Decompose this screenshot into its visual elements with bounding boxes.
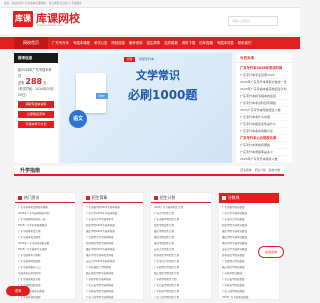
news-item[interactable]: 2025年广东专插本各院校招生计划	[240, 86, 288, 93]
column-header[interactable]: 招生计划	[151, 193, 211, 203]
news-item[interactable]: 广东专升本2026年考试时间	[240, 65, 288, 72]
news-item[interactable]: 2025年广东专升本报考人数	[240, 156, 288, 163]
nav-item[interactable]: 考试公告	[94, 37, 108, 49]
news-item[interactable]: 广东专升本录取率是多少	[240, 149, 288, 156]
column-marker-icon	[18, 196, 22, 200]
online-consult-button[interactable]: 在线咨询	[258, 246, 284, 258]
logo-url: www.kuke99.com	[37, 23, 64, 27]
search-input[interactable]: 请输入关键词	[228, 16, 278, 26]
news-item[interactable]: 广东专升本和专插本的区别	[240, 93, 288, 100]
logo-mark[interactable]: 库课	[13, 11, 33, 27]
news-title: 今日头条	[236, 53, 292, 63]
section-tabs: 招生简章 招生计划 院校分数	[240, 168, 280, 172]
column-title: 招生简章	[92, 195, 108, 200]
tab-scores[interactable]: 院校分数	[269, 168, 280, 172]
news-item[interactable]: 广东专升本考什么内容	[240, 114, 288, 121]
subject-circle: 语文	[69, 110, 87, 128]
pdf-badge: PDF	[96, 93, 108, 99]
column-list-item[interactable]: 广州工商学院招生计划	[154, 295, 208, 301]
countdown-line: 还有 288 天	[18, 77, 54, 86]
column-header[interactable]: 招生简章	[83, 193, 143, 203]
column-list-item[interactable]: 广东专插本调剂流程	[18, 295, 72, 301]
news-item[interactable]: 广东专升本公办院校名单	[240, 135, 288, 142]
nav-items: 广东专升本 专插本课程 考试公告 院校信息 备考资料 招生简章 志愿填报 资料下…	[52, 37, 251, 49]
nav-item[interactable]: 院校信息	[111, 37, 125, 49]
nav-item[interactable]: 广东专升本	[52, 37, 69, 49]
countdown-unit: 天	[43, 81, 47, 85]
column-list: 广东金融学院2025专插本简章 广州大学2025年专插本简章 广东海洋大学专插本招生…	[83, 203, 143, 303]
column-marker-icon	[86, 196, 90, 200]
exam-date: (考试时间：2026年03月20日)	[18, 87, 54, 97]
column-marker-icon	[222, 196, 226, 200]
news-panel: 今日头条 广东专升本2026年考试时间 广东专升本专业目录2025 2025年广东专…	[236, 53, 292, 163]
section-title: 升学指南	[20, 168, 41, 174]
nav-item[interactable]: 资料下载	[182, 37, 196, 49]
bottom-consult-button[interactable]: 咨询	[6, 286, 30, 296]
guide-column: 招生简章广东金融学院2025专插本简章 广州大学2025年专插本简章 广东海洋大学专…	[82, 192, 144, 300]
nav-item[interactable]: 备考资料	[129, 37, 143, 49]
countdown-prefix: 还有	[18, 81, 25, 85]
column-marker-icon	[154, 196, 158, 200]
main-nav: 网校首页 广东专升本 专插本课程 考试公告 院校信息 备考资料 招生简章 志愿填…	[0, 37, 300, 49]
guide-section-header: 升学指南 招生简章 招生计划 院校分数	[14, 166, 284, 176]
banner-title: 文学常识	[136, 69, 180, 82]
news-list: 广东专升本2026年考试时间 广东专升本专业目录2025 2025年广东专升本录取分…	[236, 63, 292, 163]
exam-info-title: 报考信息	[14, 53, 58, 63]
nav-item[interactable]: 招生简章	[147, 37, 161, 49]
nav-item[interactable]: 专插本问答	[217, 37, 234, 49]
countdown-days: 288	[25, 77, 43, 86]
banner-subtitle: 必刷1000题	[128, 88, 198, 102]
exam-info-panel: 报考信息 距2026年广东专插本考试 还有 288 天 (考试时间：2026年0…	[14, 53, 58, 163]
column-list-item[interactable]: 广州工商学院专插本简章	[86, 295, 140, 301]
news-item[interactable]: 广东专升本专业目录2025	[240, 72, 288, 79]
nav-item[interactable]: 历年真题	[199, 37, 213, 49]
nav-item[interactable]: 专插本课程	[73, 37, 90, 49]
header: 库课 库课网校 www.kuke99.com 请输入关键词	[0, 8, 300, 34]
news-item[interactable]: 广东专升本备考攻略大全	[240, 128, 288, 135]
banner-tag-text: 就想专升本	[139, 57, 155, 61]
guide-column: 热门资讯 广东专插本考试科目有哪些 2025年广东专插本报名时间 广东专插本院校排名一…	[14, 192, 76, 300]
news-item[interactable]: 广东专升本考试科目有哪些	[240, 100, 288, 107]
news-item[interactable]: 2025年广东专升本录取分数线一览	[240, 79, 288, 86]
nav-item[interactable]: 志愿填报	[164, 37, 178, 49]
banner-tag: 库课	[124, 57, 135, 62]
news-item[interactable]: 2025广东专升本院校招生人数	[240, 107, 288, 114]
column-list: 2025广东专插本招生计划 广州大学招生计划 广东金融学院招生计划 韶关学院招生计划嘉…	[151, 203, 211, 303]
column-title: 分数线	[228, 195, 240, 200]
column-title: 热门资讯	[24, 195, 40, 200]
news-item[interactable]: 广东专升本学校有哪些	[240, 142, 288, 149]
top-bar-text: 您好，欢迎访问广东专插本库课网校！ 每日刷题 每日练习 考试题库	[4, 2, 82, 5]
get-materials-button[interactable]: 领取专插本资料	[18, 101, 54, 108]
news-item[interactable]: 广东专升本报名条件是什么	[240, 121, 288, 128]
guide-column: 招生计划 2025广东专插本招生计划 广州大学招生计划 广东金融学院招生计划 韶关学院招…	[150, 192, 212, 300]
column-title: 招生计划	[160, 195, 176, 200]
tab-plan[interactable]: 招生计划	[255, 168, 266, 172]
nav-item[interactable]: 联系我们	[238, 37, 252, 49]
column-header[interactable]: 热门资讯	[15, 193, 75, 203]
exam-info-body: 距2026年广东专插本考试 还有 288 天 (考试时间：2026年03月20日…	[14, 63, 58, 132]
consult-button[interactable]: 立即报名咨询	[18, 111, 54, 118]
top-bar: 您好，欢迎访问广东专插本库课网校！ 每日刷题 每日练习 考试题库	[0, 0, 300, 8]
promo-banner[interactable]: 库课 就想专升本 PDF 语文 文学常识 必刷1000题	[60, 53, 232, 163]
column-header[interactable]: 分数线	[219, 193, 279, 203]
tab-brochure[interactable]: 招生简章	[240, 168, 251, 172]
column-list-item[interactable]: 2025广东专插本分数线	[222, 295, 276, 301]
nav-home[interactable]: 网校首页	[14, 37, 48, 49]
study-plan-button[interactable]: 专插本学习计划	[18, 121, 54, 128]
